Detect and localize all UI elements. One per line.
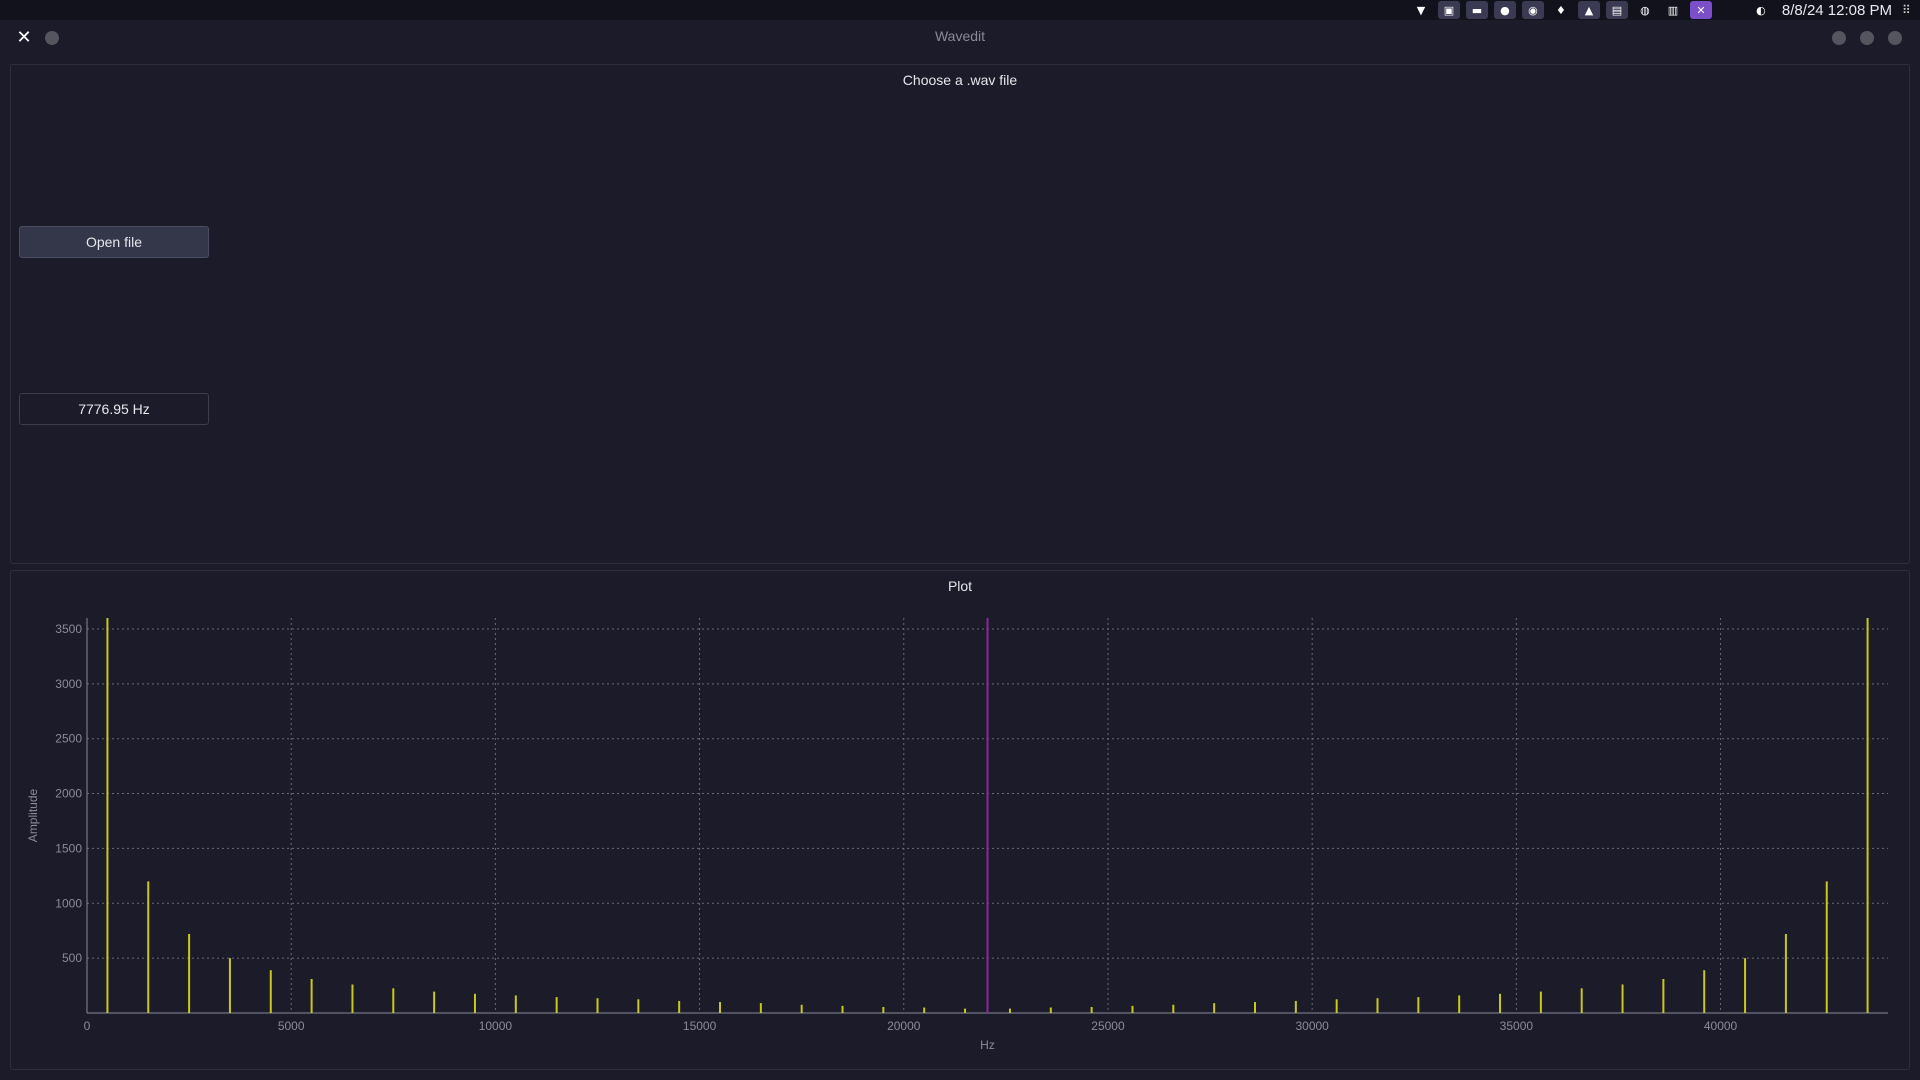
- panel-title: Choose a .wav file: [902, 72, 1018, 88]
- window-icon[interactable]: ▬: [1465, 1, 1488, 19]
- map-pin-icon[interactable]: ♦: [1550, 1, 1572, 19]
- spectrum-chart[interactable]: 0 5000 10000 15000 20000 25000 30000 35000 40000…: [11, 571, 1909, 1069]
- y-axis-label: Amplitude: [26, 789, 40, 843]
- app-icon[interactable]: ▲: [1577, 1, 1600, 19]
- y-tick-label: 2000: [55, 787, 82, 801]
- x-tick-label: 35000: [1500, 1019, 1534, 1033]
- y-tick-label: 3500: [55, 622, 82, 636]
- system-tray: ▼ ▣ ▬ ● ◉ ♦ ▲ ▤ ◍ ▥ ✕ ◐ 8/8/24 12:08 PM: [1404, 0, 1892, 20]
- x-tick-label: 40000: [1704, 1019, 1738, 1033]
- y-tick-label: 1000: [55, 896, 82, 910]
- y-tick-label: 1500: [55, 841, 82, 855]
- maximize-button[interactable]: [1860, 31, 1874, 45]
- frequency-display[interactable]: 7776.95 Hz: [19, 393, 209, 425]
- note-icon[interactable]: ▥: [1662, 1, 1684, 19]
- x-tick-label: 20000: [887, 1019, 921, 1033]
- y-tick-label: 500: [62, 951, 82, 965]
- x-tick-label: 30000: [1295, 1019, 1329, 1033]
- clock[interactable]: 8/8/24 12:08 PM: [1782, 2, 1892, 19]
- y-tick-label: 2500: [55, 732, 82, 746]
- plot-panel: Plot 0 5000 10000 15000 20000 25000 30000 35000…: [10, 570, 1910, 1070]
- window-titlebar: ✕ Wavedit: [0, 20, 1920, 56]
- globe-icon[interactable]: ◐: [1750, 1, 1772, 19]
- document-icon[interactable]: ▤: [1605, 1, 1628, 19]
- x-tick-label: 10000: [479, 1019, 513, 1033]
- globe-icon[interactable]: ◍: [1634, 1, 1656, 19]
- app-icon[interactable]: ▣: [1437, 1, 1460, 19]
- x-tick-label: 0: [84, 1019, 91, 1033]
- open-file-button[interactable]: Open file: [19, 226, 209, 258]
- x-axis-label: Hz: [980, 1038, 995, 1052]
- x-tick-label: 15000: [683, 1019, 717, 1033]
- window-title: Wavedit: [934, 28, 986, 44]
- x-tick-label: 25000: [1091, 1019, 1125, 1033]
- x-icon[interactable]: ✕: [1689, 1, 1712, 19]
- file-chooser-panel: Choose a .wav file Open file 7776.95 Hz: [10, 64, 1910, 564]
- system-top-bar: ▼ ▣ ▬ ● ◉ ♦ ▲ ▤ ◍ ▥ ✕ ◐ 8/8/24 12:08 PM …: [0, 0, 1920, 20]
- y-tick-label: 3000: [55, 677, 82, 691]
- spotify-icon[interactable]: ◉: [1521, 1, 1544, 19]
- x-tick-label: 5000: [278, 1019, 305, 1033]
- download-icon[interactable]: ▼: [1410, 1, 1432, 19]
- minimize-button[interactable]: [1832, 31, 1846, 45]
- grid-icon[interactable]: ⠿: [1902, 3, 1916, 17]
- window-close-button[interactable]: [1888, 31, 1902, 45]
- ladybug-icon[interactable]: ●: [1493, 1, 1516, 19]
